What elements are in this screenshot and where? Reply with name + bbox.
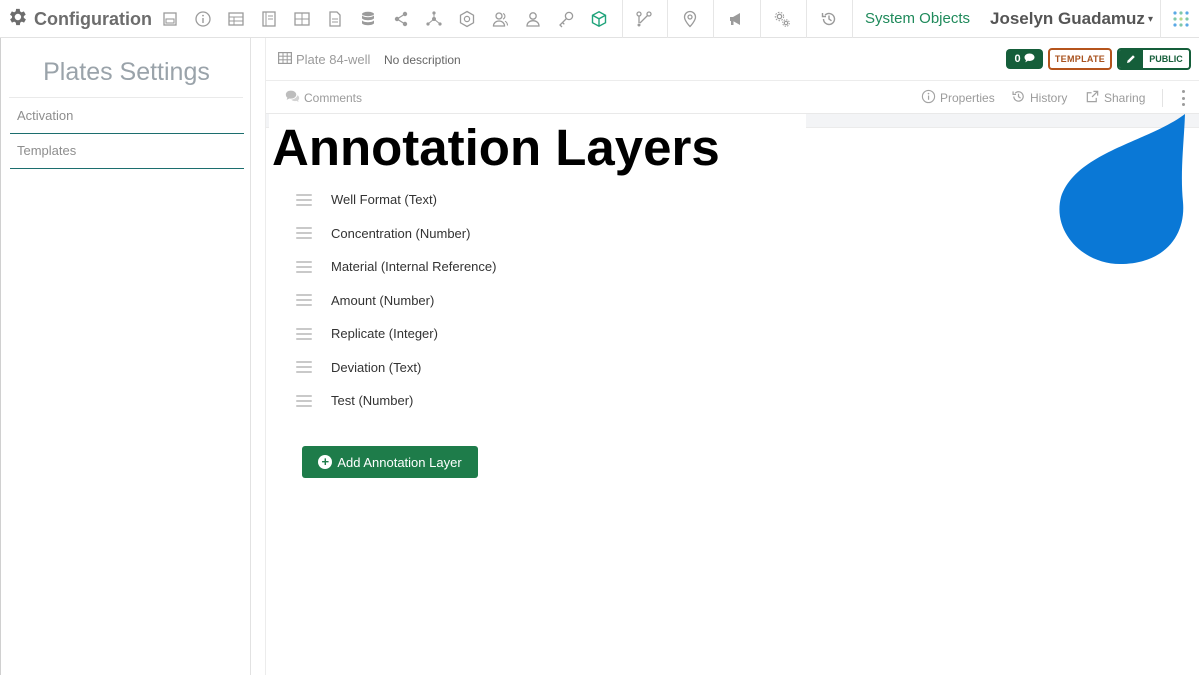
list-item[interactable]: Material (Internal Reference) — [296, 250, 796, 284]
layer-label: Amount (Number) — [331, 292, 435, 308]
users-icon[interactable] — [489, 8, 511, 30]
drop-shape — [1058, 112, 1188, 268]
history-button[interactable]: History — [1011, 89, 1067, 107]
key-icon[interactable] — [555, 8, 577, 30]
gears-icon[interactable] — [771, 8, 793, 30]
comment-count: 0 — [1014, 53, 1021, 65]
properties-label: Properties — [940, 91, 995, 105]
layer-label: Replicate (Integer) — [331, 326, 438, 342]
sidebar-item-activation[interactable]: Activation — [10, 100, 244, 134]
history-label: History — [1030, 91, 1068, 105]
drag-handle-icon[interactable] — [296, 327, 312, 340]
network-icon[interactable] — [423, 8, 445, 30]
brand[interactable]: Configuration — [6, 6, 152, 32]
nav-divider — [713, 0, 714, 38]
sharing-label: Sharing — [1104, 91, 1146, 105]
properties-button[interactable]: Properties — [921, 89, 995, 107]
form-icon[interactable] — [159, 8, 181, 30]
cube-icon[interactable] — [588, 8, 610, 30]
sidebar-item-templates[interactable]: Templates — [10, 135, 244, 169]
sidebar-divider — [9, 97, 243, 98]
toolbar-divider — [1162, 89, 1163, 107]
nav-divider — [1160, 0, 1161, 38]
drag-handle-icon[interactable] — [296, 227, 312, 240]
sidebar-title: Plates Settings — [43, 58, 210, 86]
database-icon[interactable] — [357, 8, 379, 30]
public-label: PUBLIC — [1149, 54, 1183, 64]
page-title: Annotation Layers — [272, 119, 720, 176]
map-pin-icon[interactable] — [679, 8, 701, 30]
top-navbar: Configuration System Objects Joselyn Gua… — [0, 0, 1199, 38]
table-icon[interactable] — [225, 8, 247, 30]
object-name: Plate 84-well — [296, 52, 371, 67]
gear-icon — [6, 6, 28, 33]
badge-icon[interactable] — [456, 8, 478, 30]
brand-label: Configuration — [34, 8, 152, 29]
public-badge[interactable]: PUBLIC — [1117, 48, 1191, 70]
comments-icon — [285, 89, 300, 107]
layer-label: Material (Internal Reference) — [331, 259, 497, 275]
layer-label: Test (Number) — [331, 393, 414, 409]
drag-handle-icon[interactable] — [296, 260, 312, 273]
share-nodes-icon[interactable] — [390, 8, 412, 30]
layer-label: Well Format (Text) — [331, 192, 437, 208]
comment-count-badge[interactable]: 0 — [1006, 49, 1043, 69]
nav-divider — [667, 0, 668, 38]
caret-down-icon: ▾ — [1147, 13, 1153, 25]
annotation-layer-list: Well Format (Text) Concentration (Number… — [296, 183, 796, 418]
document-icon[interactable] — [324, 8, 346, 30]
history-icon[interactable] — [818, 8, 840, 30]
nav-divider — [806, 0, 807, 38]
nav-divider — [760, 0, 761, 38]
comment-icon — [1024, 53, 1035, 66]
list-item[interactable]: Replicate (Integer) — [296, 317, 796, 351]
comments-tab[interactable]: Comments — [285, 89, 362, 107]
user-icon[interactable] — [522, 8, 544, 30]
table-icon — [278, 52, 293, 67]
comments-label: Comments — [304, 91, 363, 105]
object-description[interactable]: No description — [384, 53, 461, 67]
object-toolbar: Comments Properties History Sharing — [266, 81, 1199, 114]
system-objects-link[interactable]: System Objects — [865, 10, 970, 27]
add-annotation-layer-button[interactable]: + Add Annotation Layer — [302, 446, 478, 478]
user-menu[interactable]: Joselyn Guadamuz ▾ — [990, 9, 1153, 29]
template-badge[interactable]: TEMPLATE — [1048, 48, 1112, 70]
megaphone-icon[interactable] — [725, 8, 747, 30]
list-item[interactable]: Deviation (Text) — [296, 351, 796, 385]
drag-handle-icon[interactable] — [296, 193, 312, 206]
more-options-icon[interactable] — [1179, 88, 1187, 108]
plus-circle-icon: + — [318, 455, 333, 469]
list-item[interactable]: Amount (Number) — [296, 284, 796, 318]
share-icon — [1085, 89, 1100, 107]
list-item[interactable]: Well Format (Text) — [296, 183, 796, 217]
drag-handle-icon[interactable] — [296, 361, 312, 374]
object-title[interactable]: Plate 84-well — [278, 52, 370, 67]
info-icon — [921, 89, 936, 107]
drag-handle-icon[interactable] — [296, 294, 312, 307]
nav-divider — [852, 0, 853, 38]
app-grid-icon[interactable] — [1170, 8, 1192, 30]
drag-handle-icon[interactable] — [296, 394, 312, 407]
layer-label: Concentration (Number) — [331, 225, 471, 241]
info-icon[interactable] — [192, 8, 214, 30]
history-icon — [1011, 89, 1026, 107]
object-header: Plate 84-well No description 0 TEMPLATE … — [266, 38, 1199, 81]
list-item[interactable]: Test (Number) — [296, 384, 796, 418]
nav-divider — [622, 0, 623, 38]
user-name: Joselyn Guadamuz — [990, 9, 1145, 28]
grid-table-icon[interactable] — [291, 8, 313, 30]
workflow-icon[interactable] — [633, 8, 655, 30]
notebook-icon[interactable] — [258, 8, 280, 30]
sharing-button[interactable]: Sharing — [1085, 89, 1145, 107]
settings-sidebar: Plates Settings Activation Templates — [0, 38, 251, 675]
pencil-icon — [1119, 50, 1143, 68]
add-button-label: Add Annotation Layer — [337, 454, 462, 470]
list-item[interactable]: Concentration (Number) — [296, 217, 796, 251]
layer-label: Deviation (Text) — [331, 359, 422, 375]
